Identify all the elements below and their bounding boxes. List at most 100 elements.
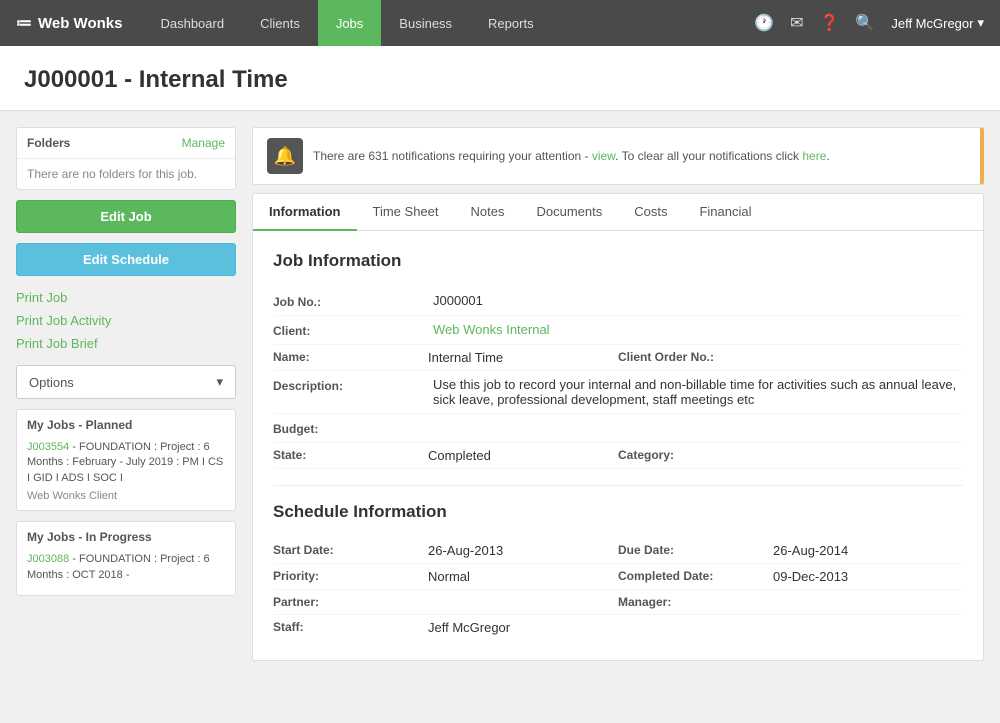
help-icon[interactable]: ❓ [820, 13, 840, 33]
name-label: Name: [273, 350, 428, 365]
edit-schedule-button[interactable]: Edit Schedule [16, 243, 236, 276]
tab-notes[interactable]: Notes [455, 194, 521, 231]
tab-costs[interactable]: Costs [618, 194, 683, 231]
staff-value: Jeff McGregor [428, 620, 510, 635]
tab-timesheet[interactable]: Time Sheet [357, 194, 455, 231]
user-caret-icon: ▾ [977, 15, 984, 31]
partner-pair: Partner: [273, 595, 618, 609]
main-layout: Folders Manage There are no folders for … [0, 111, 1000, 677]
options-dropdown[interactable]: Options ▾ [16, 365, 236, 399]
notif-view-link[interactable]: view [592, 149, 615, 163]
description-label: Description: [273, 377, 433, 407]
due-date-value: 26-Aug-2014 [773, 543, 848, 558]
due-date-label: Due Date: [618, 543, 773, 558]
start-date-pair: Start Date: 26-Aug-2013 [273, 543, 618, 558]
tab-documents[interactable]: Documents [520, 194, 618, 231]
name-clientorder-row: Name: Internal Time Client Order No.: [273, 345, 963, 371]
state-value: Completed [428, 448, 491, 463]
planned-job-1-client: Web Wonks Client [27, 490, 225, 502]
due-date-pair: Due Date: 26-Aug-2014 [618, 543, 963, 558]
page-header: J000001 - Internal Time [0, 46, 1000, 111]
brand: ≔ Web Wonks [16, 13, 122, 33]
start-date-label: Start Date: [273, 543, 428, 558]
job-info-title: Job Information [273, 251, 963, 271]
job-no-row: Job No.: J000001 [273, 287, 963, 316]
folders-manage-link[interactable]: Manage [182, 136, 225, 150]
nav-reports[interactable]: Reports [470, 0, 552, 46]
client-label: Client: [273, 322, 433, 338]
client-row: Client: Web Wonks Internal [273, 316, 963, 345]
manager-label: Manager: [618, 595, 773, 609]
section-divider [273, 485, 963, 486]
sidebar: Folders Manage There are no folders for … [16, 127, 236, 596]
staff-label: Staff: [273, 620, 428, 635]
notif-text-part1: There are 631 notifications requiring yo… [313, 149, 592, 163]
nav-clients[interactable]: Clients [242, 0, 318, 46]
schedule-info-title: Schedule Information [273, 502, 963, 522]
priority-completeddate-row: Priority: Normal Completed Date: 09-Dec-… [273, 564, 963, 590]
nav-business[interactable]: Business [381, 0, 470, 46]
notif-text-part2: . To clear all your notifications click [615, 149, 802, 163]
print-job-brief-link[interactable]: Print Job Brief [16, 332, 236, 355]
search-icon[interactable]: 🔍 [855, 13, 875, 33]
client-order-pair: Client Order No.: [618, 350, 963, 365]
notif-here-link[interactable]: here [802, 149, 826, 163]
notification-bar: 🔔 There are 631 notifications requiring … [252, 127, 984, 185]
my-jobs-planned-title: My Jobs - Planned [27, 418, 225, 432]
start-date-value: 26-Aug-2013 [428, 543, 503, 558]
print-job-activity-link[interactable]: Print Job Activity [16, 309, 236, 332]
name-pair: Name: Internal Time [273, 350, 618, 365]
manager-pair: Manager: [618, 595, 963, 609]
client-link[interactable]: Web Wonks Internal [433, 322, 550, 337]
content-area: 🔔 There are 631 notifications requiring … [252, 127, 984, 661]
folders-body: There are no folders for this job. [17, 159, 235, 189]
my-jobs-inprogress-title: My Jobs - In Progress [27, 530, 225, 544]
my-jobs-inprogress-section: My Jobs - In Progress J003088 - FOUNDATI… [16, 521, 236, 596]
state-label: State: [273, 448, 428, 463]
category-pair: Category: [618, 448, 963, 463]
budget-label: Budget: [273, 420, 433, 436]
tabs-header: Information Time Sheet Notes Documents C… [253, 194, 983, 231]
budget-row: Budget: [273, 414, 963, 443]
mail-icon[interactable]: ✉ [790, 13, 803, 33]
nav-dashboard[interactable]: Dashboard [142, 0, 242, 46]
priority-label: Priority: [273, 569, 428, 584]
options-caret-icon: ▾ [216, 374, 223, 390]
priority-value: Normal [428, 569, 470, 584]
staff-right-pair [618, 620, 963, 635]
navbar: ≔ Web Wonks Dashboard Clients Jobs Busin… [0, 0, 1000, 46]
nav-links: Dashboard Clients Jobs Business Reports [142, 0, 754, 46]
category-label: Category: [618, 448, 773, 463]
completed-date-label: Completed Date: [618, 569, 773, 584]
clock-icon[interactable]: 🕐 [754, 13, 774, 33]
nav-jobs[interactable]: Jobs [318, 0, 381, 46]
folders-empty-text: There are no folders for this job. [27, 167, 197, 181]
startdate-duedate-row: Start Date: 26-Aug-2013 Due Date: 26-Aug… [273, 538, 963, 564]
planned-job-1: J003554 - FOUNDATION : Project : 6 Month… [27, 440, 225, 486]
completed-date-pair: Completed Date: 09-Dec-2013 [618, 569, 963, 584]
inprogress-job-1: J003088 - FOUNDATION : Project : 6 Month… [27, 552, 225, 583]
client-value: Web Wonks Internal [433, 322, 963, 338]
job-no-label: Job No.: [273, 293, 433, 309]
user-menu[interactable]: Jeff McGregor ▾ [891, 15, 984, 31]
state-category-row: State: Completed Category: [273, 443, 963, 469]
page-title: J000001 - Internal Time [24, 66, 976, 94]
print-links: Print Job Print Job Activity Print Job B… [16, 286, 236, 355]
edit-job-button[interactable]: Edit Job [16, 200, 236, 233]
planned-job-1-link[interactable]: J003554 [27, 441, 69, 453]
tab-financial[interactable]: Financial [683, 194, 767, 231]
brand-icon: ≔ [16, 13, 32, 33]
notif-text-part3: . [826, 149, 829, 163]
partner-label: Partner: [273, 595, 428, 609]
notification-icon: 🔔 [267, 138, 303, 174]
options-label: Options [29, 375, 74, 390]
staff-row: Staff: Jeff McGregor [273, 615, 963, 640]
inprogress-job-1-link[interactable]: J003088 [27, 553, 69, 565]
tabs-container: Information Time Sheet Notes Documents C… [252, 193, 984, 661]
folders-label: Folders [27, 136, 70, 150]
state-pair: State: Completed [273, 448, 618, 463]
budget-value [433, 420, 963, 436]
print-job-link[interactable]: Print Job [16, 286, 236, 309]
tab-information[interactable]: Information [253, 194, 357, 231]
job-no-value: J000001 [433, 293, 963, 309]
